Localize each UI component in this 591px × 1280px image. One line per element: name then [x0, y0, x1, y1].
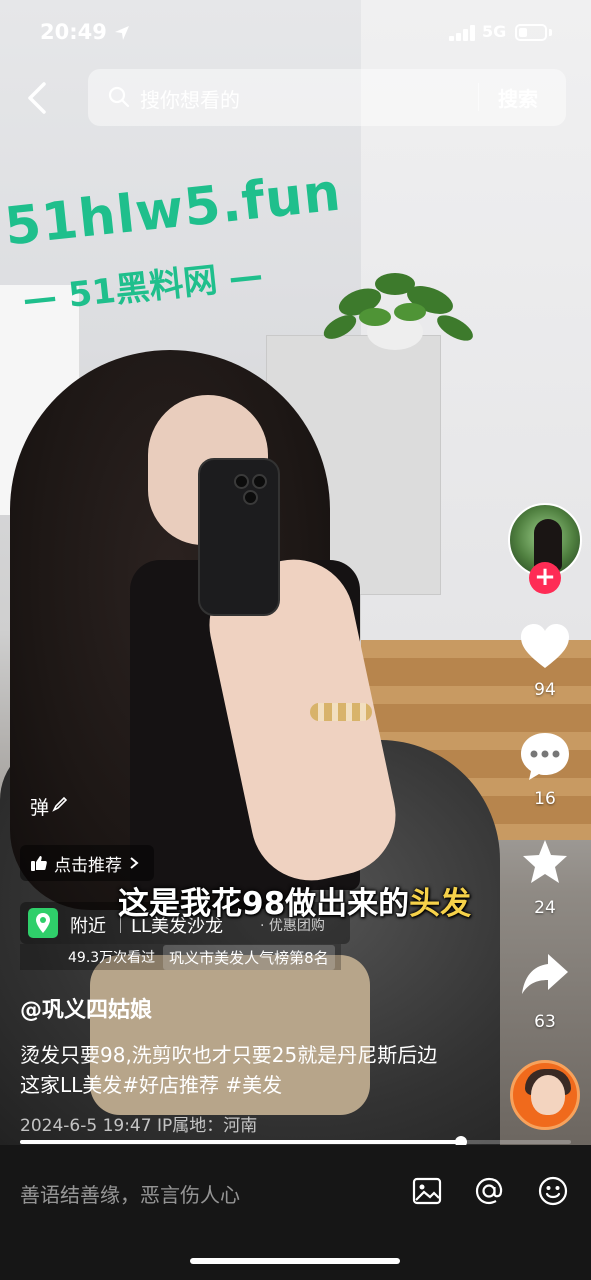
person-phone	[198, 458, 280, 616]
like-count: 94	[534, 680, 556, 700]
at-icon[interactable]	[473, 1175, 505, 1207]
search-button[interactable]: 搜索	[498, 83, 538, 112]
image-icon[interactable]	[411, 1175, 443, 1207]
comment-input[interactable]: 善语结善缘，恶言伤人心	[20, 1179, 240, 1208]
author-name[interactable]: @巩义四姑娘	[20, 992, 152, 1024]
emoji-icon[interactable]	[537, 1175, 569, 1207]
recommend-button[interactable]: 点击推荐	[20, 845, 154, 881]
status-bar: 20:49 5G	[0, 0, 591, 66]
caption-highlight: 头发	[409, 886, 472, 922]
status-time: 20:49	[40, 20, 107, 44]
share-count: 63	[534, 1012, 556, 1032]
pencil-icon[interactable]	[52, 796, 68, 812]
comment-icon[interactable]	[518, 730, 572, 784]
star-icon[interactable]	[518, 836, 572, 890]
comment-bar: 善语结善缘，恶言伤人心	[0, 1145, 591, 1280]
person-bracelet	[310, 703, 372, 721]
progress-fill	[20, 1140, 461, 1144]
location-pin-icon	[28, 908, 58, 938]
music-disc-avatar[interactable]	[510, 1060, 580, 1130]
chevron-right-icon	[130, 857, 139, 869]
battery-icon	[515, 24, 547, 41]
search-bar[interactable]: 搜你想看的 搜索	[88, 69, 566, 126]
background-plant	[323, 273, 473, 350]
cellular-signal-icon	[449, 25, 475, 41]
share-icon[interactable]	[518, 948, 572, 1002]
post-meta: 2024-6-5 19:47 IP属地：河南	[20, 1116, 258, 1136]
favorite-count: 24	[534, 898, 556, 918]
follow-button[interactable]: +	[529, 562, 561, 594]
video-progress-bar[interactable]	[20, 1136, 571, 1148]
danmu-toggle[interactable]: 弹	[30, 793, 49, 820]
thumbs-up-icon	[31, 856, 47, 871]
search-icon	[108, 86, 130, 108]
search-input[interactable]: 搜你想看的	[140, 84, 240, 113]
battery-level	[519, 28, 528, 37]
video-description: 烫发只要98,洗剪吹也才只要25就是丹尼斯后边这家LL美发#好店推荐 #美发	[20, 1043, 438, 1097]
poi-nearby-label: 附近	[70, 916, 106, 937]
video-caption: 这是我花98做出来的头发	[118, 878, 471, 923]
poi-stats-row: 49.3万次看过 巩义市美发人气榜第8名	[20, 944, 341, 970]
network-type: 5G	[482, 22, 507, 41]
recommend-label: 点击推荐	[54, 855, 122, 876]
back-arrow-icon[interactable]	[22, 80, 56, 116]
caption-text: 这是我花98做出来的	[118, 886, 410, 922]
heart-icon[interactable]	[518, 620, 572, 674]
comment-count: 16	[534, 789, 556, 809]
home-indicator	[190, 1258, 400, 1264]
poi-views: 49.3万次看过	[68, 950, 156, 966]
location-arrow-icon	[115, 26, 129, 40]
poi-rank-badge[interactable]: 巩义市美发人气榜第8名	[163, 944, 335, 970]
